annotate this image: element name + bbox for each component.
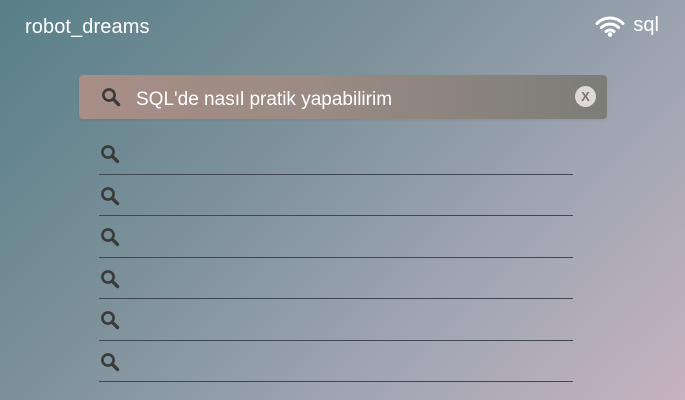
network-label: sql: [633, 14, 659, 36]
suggestion-item[interactable]: [99, 341, 573, 382]
suggestion-item[interactable]: [99, 258, 573, 299]
search-icon: [101, 87, 121, 107]
suggestion-item[interactable]: [99, 133, 573, 175]
search-bar[interactable]: SQL'de nasıl pratik yapabilirim X: [79, 75, 607, 119]
clear-search-button[interactable]: X: [575, 86, 596, 107]
search-icon: [100, 227, 120, 247]
suggestion-item[interactable]: [99, 216, 573, 258]
search-icon: [100, 144, 120, 164]
suggestion-item[interactable]: [99, 299, 573, 341]
suggestion-list: [99, 133, 573, 382]
search-icon: [100, 352, 120, 372]
search-query[interactable]: SQL'de nasıl pratik yapabilirim: [136, 89, 392, 111]
status-area: sql: [595, 14, 659, 37]
search-icon: [100, 269, 120, 289]
wifi-icon: [595, 15, 625, 37]
suggestion-item[interactable]: [99, 175, 573, 216]
search-icon: [100, 310, 120, 330]
search-icon: [100, 186, 120, 206]
brand-label: robot_dreams: [25, 16, 150, 38]
